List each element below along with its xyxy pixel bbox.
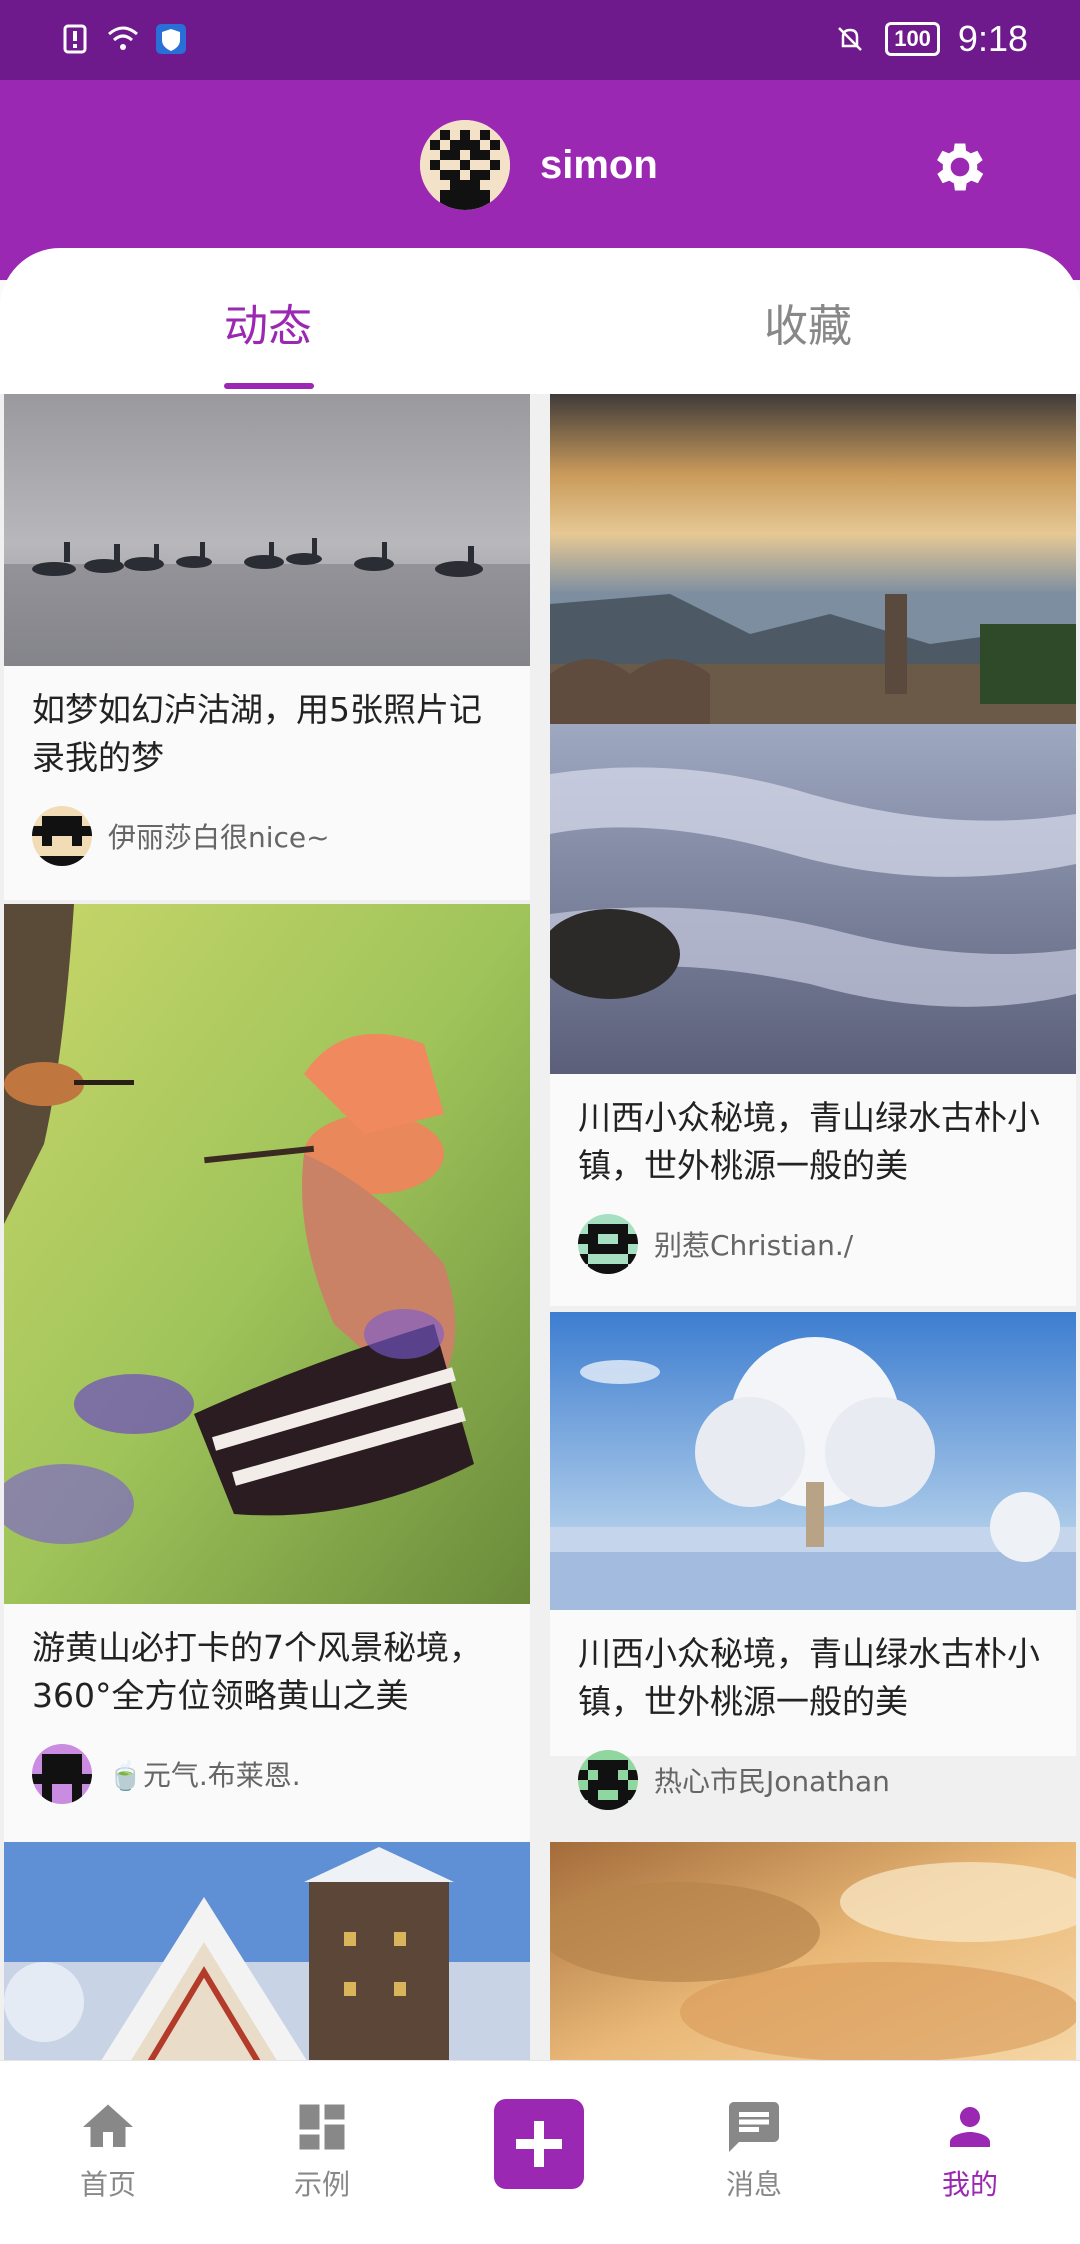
add-icon bbox=[516, 2121, 562, 2167]
feed-grid[interactable]: 如梦如幻泸沽湖，用5张照片记录我的梦 伊丽莎白很nice~ 川西小众秘境，青山绿… bbox=[0, 394, 1080, 2060]
author-name: 热心市民Jonathan bbox=[654, 1765, 890, 1798]
feed-card[interactable] bbox=[4, 1842, 530, 2060]
clock: 9:18 bbox=[957, 18, 1028, 59]
author-avatar[interactable] bbox=[32, 806, 92, 866]
feed-card[interactable] bbox=[550, 1842, 1076, 2060]
alert-icon bbox=[63, 24, 87, 54]
tab-indicator bbox=[224, 383, 314, 389]
nav-home-label: 首页 bbox=[79, 2168, 136, 2201]
card-author[interactable]: 伊丽莎白很nice~ bbox=[4, 806, 530, 866]
nav-messages-label: 消息 bbox=[725, 2168, 782, 2201]
message-icon bbox=[729, 2102, 779, 2152]
author-name: 别惹Christian./ bbox=[654, 1229, 854, 1262]
feed-card[interactable]: 川西小众秘境，青山绿水古朴小镇，世外桃源一般的美 别惹Christian./ bbox=[550, 394, 1076, 1306]
card-author[interactable]: 🍵元气.布莱恩. bbox=[4, 1744, 530, 1804]
settings-icon[interactable] bbox=[928, 135, 992, 199]
card-image bbox=[550, 1312, 1076, 1610]
nav-examples[interactable]: 示例 bbox=[252, 2097, 392, 2203]
bell-off-icon bbox=[838, 27, 863, 51]
card-title: 游黄山必打卡的7个风景秘境，360°全方位领略黄山之美 bbox=[32, 1628, 482, 1715]
feed-card[interactable]: 如梦如幻泸沽湖，用5张照片记录我的梦 伊丽莎白很nice~ bbox=[4, 394, 530, 900]
person-icon bbox=[950, 2107, 990, 2147]
author-avatar[interactable] bbox=[32, 1744, 92, 1804]
card-image bbox=[4, 904, 530, 1604]
nav-examples-label: 示例 bbox=[293, 2168, 350, 2201]
author-name: 🍵元气.布莱恩. bbox=[108, 1759, 301, 1792]
tab-bar: 动态 收藏 bbox=[0, 248, 1080, 394]
bottom-nav: 首页 示例 消息 我的 bbox=[0, 2060, 1080, 2244]
shield-icon bbox=[156, 24, 186, 54]
card-image bbox=[4, 1842, 530, 2060]
nav-messages[interactable]: 消息 bbox=[684, 2097, 824, 2203]
author-avatar[interactable] bbox=[578, 1750, 638, 1810]
nav-home[interactable]: 首页 bbox=[38, 2097, 178, 2203]
avatar[interactable] bbox=[420, 120, 510, 210]
nav-mine-label: 我的 bbox=[941, 2168, 998, 2201]
card-title: 川西小众秘境，青山绿水古朴小镇，世外桃源一般的美 bbox=[578, 1098, 1040, 1185]
home-icon bbox=[83, 2104, 133, 2147]
add-button[interactable] bbox=[494, 2099, 584, 2189]
nav-mine[interactable]: 我的 bbox=[900, 2097, 1040, 2203]
username: simon bbox=[540, 142, 658, 187]
tab-favorites[interactable]: 收藏 bbox=[764, 290, 852, 354]
dashboard-icon bbox=[299, 2104, 345, 2150]
battery-indicator: 100 bbox=[885, 22, 940, 56]
feed-card[interactable]: 游黄山必打卡的7个风景秘境，360°全方位领略黄山之美 🍵元气.布莱恩. bbox=[4, 904, 530, 1914]
card-image bbox=[550, 1842, 1076, 2060]
wifi-icon bbox=[108, 26, 138, 50]
card-title: 川西小众秘境，青山绿水古朴小镇，世外桃源一般的美 bbox=[578, 1634, 1040, 1721]
tab-moments[interactable]: 动态 bbox=[224, 290, 312, 354]
feed-card[interactable]: 川西小众秘境，青山绿水古朴小镇，世外桃源一般的美 热心市民Jonathan bbox=[550, 1312, 1076, 1810]
card-title: 如梦如幻泸沽湖，用5张照片记录我的梦 bbox=[32, 690, 482, 777]
author-name: 伊丽莎白很nice~ bbox=[108, 821, 330, 854]
card-author[interactable]: 热心市民Jonathan bbox=[550, 1750, 1076, 1810]
card-author[interactable]: 别惹Christian./ bbox=[550, 1214, 1076, 1274]
profile-info[interactable]: simon bbox=[420, 120, 658, 210]
card-image bbox=[4, 394, 530, 666]
author-avatar[interactable] bbox=[578, 1214, 638, 1274]
card-image bbox=[550, 394, 1076, 1074]
status-bar: 100 9:18 bbox=[0, 0, 1080, 80]
